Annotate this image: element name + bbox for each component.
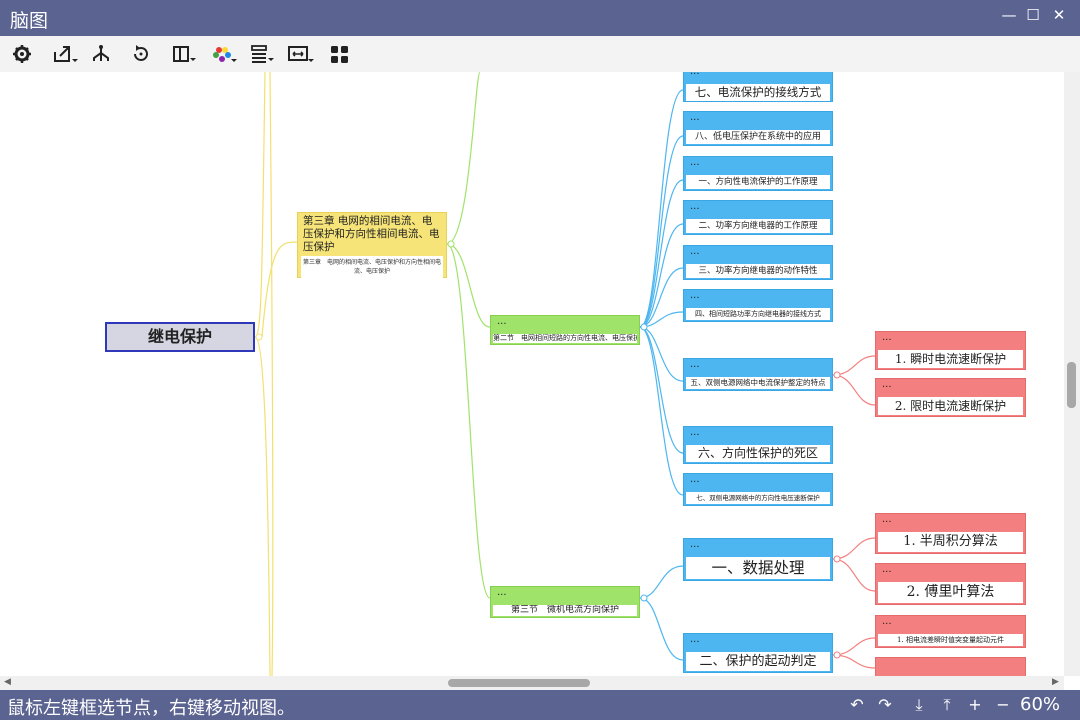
toolbar [0,36,1080,73]
palette-icon[interactable] [205,42,241,66]
subitem-node[interactable]: ... 2. 傅里叶算法 [875,563,1026,605]
minimize-button[interactable]: — [998,4,1020,26]
node-ellipsis: ... [882,514,892,525]
node-ellipsis: ... [882,332,892,343]
export-icon[interactable] [46,42,82,66]
node-ellipsis: ... [882,616,892,627]
refresh-icon[interactable] [123,42,159,66]
subitem-node[interactable]: ... 1. 相电流差瞬时值突变量起动元件 [875,615,1026,648]
item-label: 三、功率方向继电器的动作特性 [686,264,830,278]
close-button[interactable]: ✕ [1048,4,1070,26]
subitem-node[interactable]: ... 1. 瞬时电流速断保护 [875,331,1026,370]
subitem-node[interactable]: ... 1. 半周积分算法 [875,513,1026,554]
subitem-node[interactable] [875,657,1026,676]
item-label: 七、双侧电源网络中的方向性电压速断保护 [686,492,830,504]
share-icon[interactable] [83,42,119,66]
subitem-label: 2. 傅里叶算法 [878,582,1023,603]
item-node[interactable]: ... 六、方向性保护的死区 [683,426,833,464]
item-node[interactable]: ... 七、双侧电源网络中的方向性电压速断保护 [683,473,833,506]
status-bar: 鼠标左键框选节点，右键移动视图。 ↶ ↷ ⤓ ⤒ + − 60% [0,690,1080,720]
item-node[interactable]: ... 一、方向性电流保护的工作原理 [683,156,833,191]
chapter-subtitle: 第三章 电网的相间电流、电压保护和方向性相间电流、电压保护 [301,256,443,278]
item-label: 二、功率方向继电器的工作原理 [686,219,830,233]
undo-icon[interactable]: ↶ [848,696,866,714]
node-ellipsis: ... [690,290,700,301]
node-ellipsis: ... [690,539,700,550]
item-node[interactable]: ... 八、低电压保护在系统中的应用 [683,111,833,146]
section-label: 第三节 微机电流方向保护 [493,605,637,616]
subitem-label: 2. 限时电流速断保护 [878,397,1023,415]
node-ellipsis: ... [690,157,700,168]
node-ellipsis: ... [690,112,700,123]
title-bar: 脑图 — ☐ ✕ [0,0,1080,36]
node-ellipsis: ... [497,316,507,327]
node-ellipsis: ... [690,634,700,645]
item-label: 八、低电压保护在系统中的应用 [686,130,830,144]
download-icon[interactable]: ⤓ [910,696,928,714]
node-ellipsis: ... [690,359,700,370]
status-message: 鼠标左键框选节点，右键移动视图。 [7,698,295,719]
item-label: 一、数据处理 [686,557,830,579]
node-ellipsis: ... [690,427,700,438]
node-ellipsis: ... [690,246,700,257]
item-label: 五、双侧电源网络中电流保护整定的特点 [686,377,830,389]
redo-icon[interactable]: ↷ [876,696,894,714]
horizontal-scroll-thumb[interactable] [448,679,590,687]
node-ellipsis: ... [690,201,700,212]
section-node[interactable]: ... 第三节 微机电流方向保护 [490,586,640,618]
item-label: 七、电流保护的接线方式 [686,84,830,101]
item-label: 二、保护的起动判定 [686,652,830,671]
item-label: 一、方向性电流保护的工作原理 [686,175,830,189]
fit-width-icon[interactable] [283,42,319,66]
item-label: 四、相间短路功率方向继电器的接线方式 [686,308,830,320]
item-node[interactable]: ... 五、双侧电源网络中电流保护整定的特点 [683,358,833,391]
item-node[interactable]: ... 四、相间短路功率方向继电器的接线方式 [683,289,833,322]
scroll-right-icon[interactable]: ▶ [1052,677,1059,687]
node-ellipsis: ... [690,474,700,485]
app-title: 脑图 [10,10,49,32]
upload-icon[interactable]: ⤒ [938,696,956,714]
subitem-label: 1. 相电流差瞬时值突变量起动元件 [878,634,1023,646]
maximize-button[interactable]: ☐ [1022,4,1044,26]
scroll-left-icon[interactable]: ◀ [4,677,11,687]
layout-icon[interactable] [166,42,202,66]
node-ellipsis: ... [497,587,507,598]
gear-icon[interactable] [4,42,40,66]
item-node[interactable]: ... 七、电流保护的接线方式 [683,72,833,102]
node-ellipsis: ... [882,379,892,390]
vertical-scroll-thumb[interactable] [1067,362,1076,408]
zoom-in-icon[interactable]: + [966,696,984,714]
zoom-out-icon[interactable]: − [994,696,1012,714]
chapter-title: 第三章 电网的相间电流、电压保护和方向性相间电流、电压保护 [303,215,440,253]
subitem-label: 1. 半周积分算法 [878,532,1023,552]
section-label: 第二节 电网相间短路的方向性电流、电压保护 [493,334,637,343]
zoom-level: 60% [1020,694,1061,715]
align-icon[interactable] [244,42,280,66]
item-label: 六、方向性保护的死区 [686,445,830,462]
item-node[interactable]: ... 二、功率方向继电器的工作原理 [683,200,833,235]
item-node[interactable]: ... 二、保护的起动判定 [683,633,833,673]
subitem-label: 1. 瞬时电流速断保护 [878,350,1023,368]
chapter-node[interactable]: 第三章 电网的相间电流、电压保护和方向性相间电流、电压保护 第三章 电网的相间电… [297,212,447,278]
mindmap-canvas[interactable]: 继电保护 第三章 电网的相间电流、电压保护和方向性相间电流、电压保护 第三章 电… [0,72,1064,676]
node-ellipsis: ... [882,564,892,575]
item-node[interactable]: ... 三、功率方向继电器的动作特性 [683,245,833,280]
grid-icon[interactable] [322,42,358,66]
subitem-node[interactable]: ... 2. 限时电流速断保护 [875,378,1026,417]
item-node[interactable]: ... 一、数据处理 [683,538,833,581]
section-node[interactable]: ... 第二节 电网相间短路的方向性电流、电压保护 [490,315,640,345]
root-node[interactable]: 继电保护 [105,322,255,352]
node-ellipsis: ... [684,72,832,84]
